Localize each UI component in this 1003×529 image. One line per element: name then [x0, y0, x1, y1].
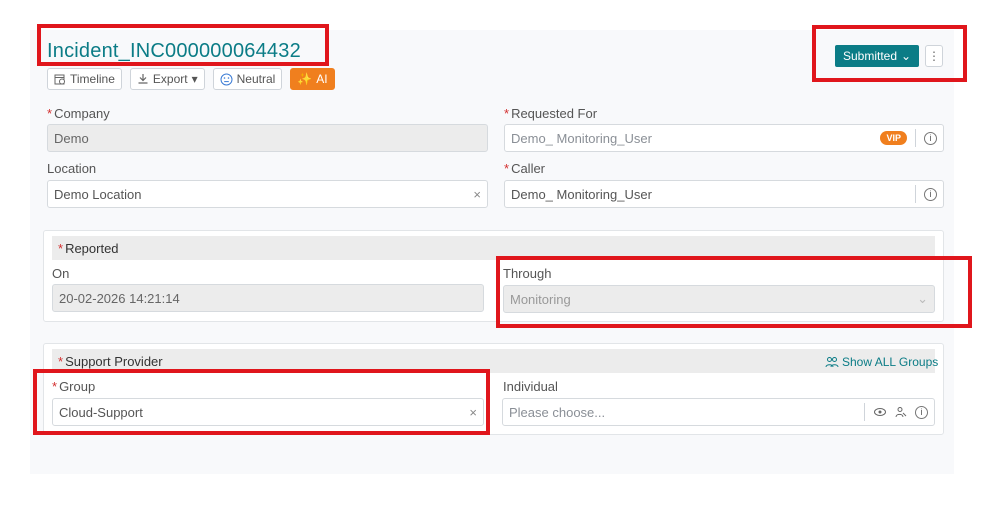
requested-for-label: * Requested For — [504, 106, 597, 121]
more-options-button[interactable]: ⋮ — [925, 45, 943, 67]
watch-eye-icon[interactable] — [873, 406, 887, 418]
divider — [915, 185, 916, 203]
location-field[interactable]: Demo Location × — [47, 180, 488, 208]
reported-on-label: On — [52, 266, 70, 281]
caller-label-text: Caller — [511, 161, 546, 176]
through-adornments: ⌄ — [917, 291, 928, 307]
required-marker: * — [504, 106, 510, 121]
caret-down-icon: ▾ — [191, 72, 198, 86]
support-provider-header: * Support Provider — [52, 349, 935, 373]
required-marker: * — [52, 379, 58, 394]
neutral-face-icon — [220, 73, 233, 85]
ai-label: AI — [316, 72, 328, 86]
ai-button[interactable]: ✨ AI — [290, 68, 335, 90]
caller-field[interactable]: Demo_ Monitoring_User i — [504, 180, 944, 208]
caller-label: * Caller — [504, 161, 545, 176]
download-icon — [138, 74, 148, 84]
reported-title: Reported — [65, 240, 119, 256]
timeline-label: Timeline — [70, 72, 115, 86]
calendar-clock-icon — [54, 74, 65, 85]
divider — [915, 129, 916, 147]
required-marker: * — [58, 353, 64, 369]
group-adornments: × — [469, 405, 477, 420]
page-title: Incident_INC000000064432 — [47, 40, 301, 62]
incident-page: Incident_INC000000064432 Timeline Export… — [0, 0, 1003, 529]
reported-on-value: 20-02-2026 14:21:14 — [59, 290, 180, 306]
divider — [864, 403, 865, 421]
info-icon[interactable]: i — [924, 187, 937, 201]
reported-through-value: Monitoring — [510, 291, 571, 307]
company-label: * Company — [47, 106, 110, 121]
individual-field[interactable]: Please choose... i — [502, 398, 935, 426]
requested-for-value: Demo_ Monitoring_User — [511, 130, 652, 146]
chevron-down-icon: ⌄ — [917, 291, 928, 306]
location-label: Location — [47, 161, 97, 176]
assign-user-icon[interactable] — [895, 406, 907, 418]
caller-value: Demo_ Monitoring_User — [511, 186, 652, 202]
required-marker: * — [58, 240, 64, 256]
reported-header: * Reported — [52, 236, 935, 260]
clear-icon[interactable]: × — [473, 187, 481, 202]
group-field[interactable]: Cloud-Support × — [52, 398, 484, 426]
reported-through-label: Through — [503, 266, 552, 281]
required-marker: * — [47, 106, 53, 121]
group-label-text: Group — [59, 379, 96, 394]
group-value: Cloud-Support — [59, 404, 143, 420]
export-label: Export — [152, 72, 188, 86]
export-button[interactable]: Export ▾ — [129, 68, 205, 90]
caller-adornments: i — [915, 185, 937, 203]
kebab-icon: ⋮ — [928, 49, 940, 63]
individual-label: Individual — [503, 379, 558, 394]
individual-placeholder: Please choose... — [509, 404, 606, 420]
info-icon[interactable]: i — [924, 131, 937, 145]
status-label: Submitted — [843, 49, 898, 63]
requested-for-adornments: VIP i — [880, 129, 937, 147]
info-icon[interactable]: i — [915, 405, 928, 419]
requested-for-label-text: Requested For — [511, 106, 598, 121]
sentiment-button[interactable]: Neutral — [212, 68, 283, 90]
sparkle-icon: ✨ — [297, 72, 313, 86]
requested-for-field[interactable]: Demo_ Monitoring_User VIP i — [504, 124, 944, 152]
support-provider-title: Support Provider — [65, 353, 163, 369]
company-value: Demo — [54, 130, 89, 146]
group-label: * Group — [52, 379, 95, 394]
clear-icon[interactable]: × — [469, 405, 477, 420]
individual-adornments: i — [864, 403, 928, 421]
reported-on-field: 20-02-2026 14:21:14 — [52, 284, 484, 312]
users-icon — [825, 357, 839, 368]
status-dropdown-button[interactable]: Submitted ⌄ — [835, 45, 920, 67]
company-field: Demo — [47, 124, 488, 152]
toolbar: Timeline Export ▾ Neutral ✨ AI — [47, 68, 335, 90]
location-value: Demo Location — [54, 186, 142, 202]
chevron-down-icon: ⌄ — [901, 49, 912, 63]
location-adornments: × — [473, 187, 481, 202]
show-all-groups-link[interactable]: Show ALL Groups — [825, 355, 938, 369]
company-label-text: Company — [54, 106, 110, 121]
required-marker: * — [504, 161, 510, 176]
show-all-groups-label: Show ALL Groups — [842, 355, 939, 369]
timeline-button[interactable]: Timeline — [47, 68, 122, 90]
reported-through-select: Monitoring ⌄ — [503, 285, 935, 313]
sentiment-label: Neutral — [236, 72, 276, 86]
vip-badge: VIP — [880, 131, 907, 145]
